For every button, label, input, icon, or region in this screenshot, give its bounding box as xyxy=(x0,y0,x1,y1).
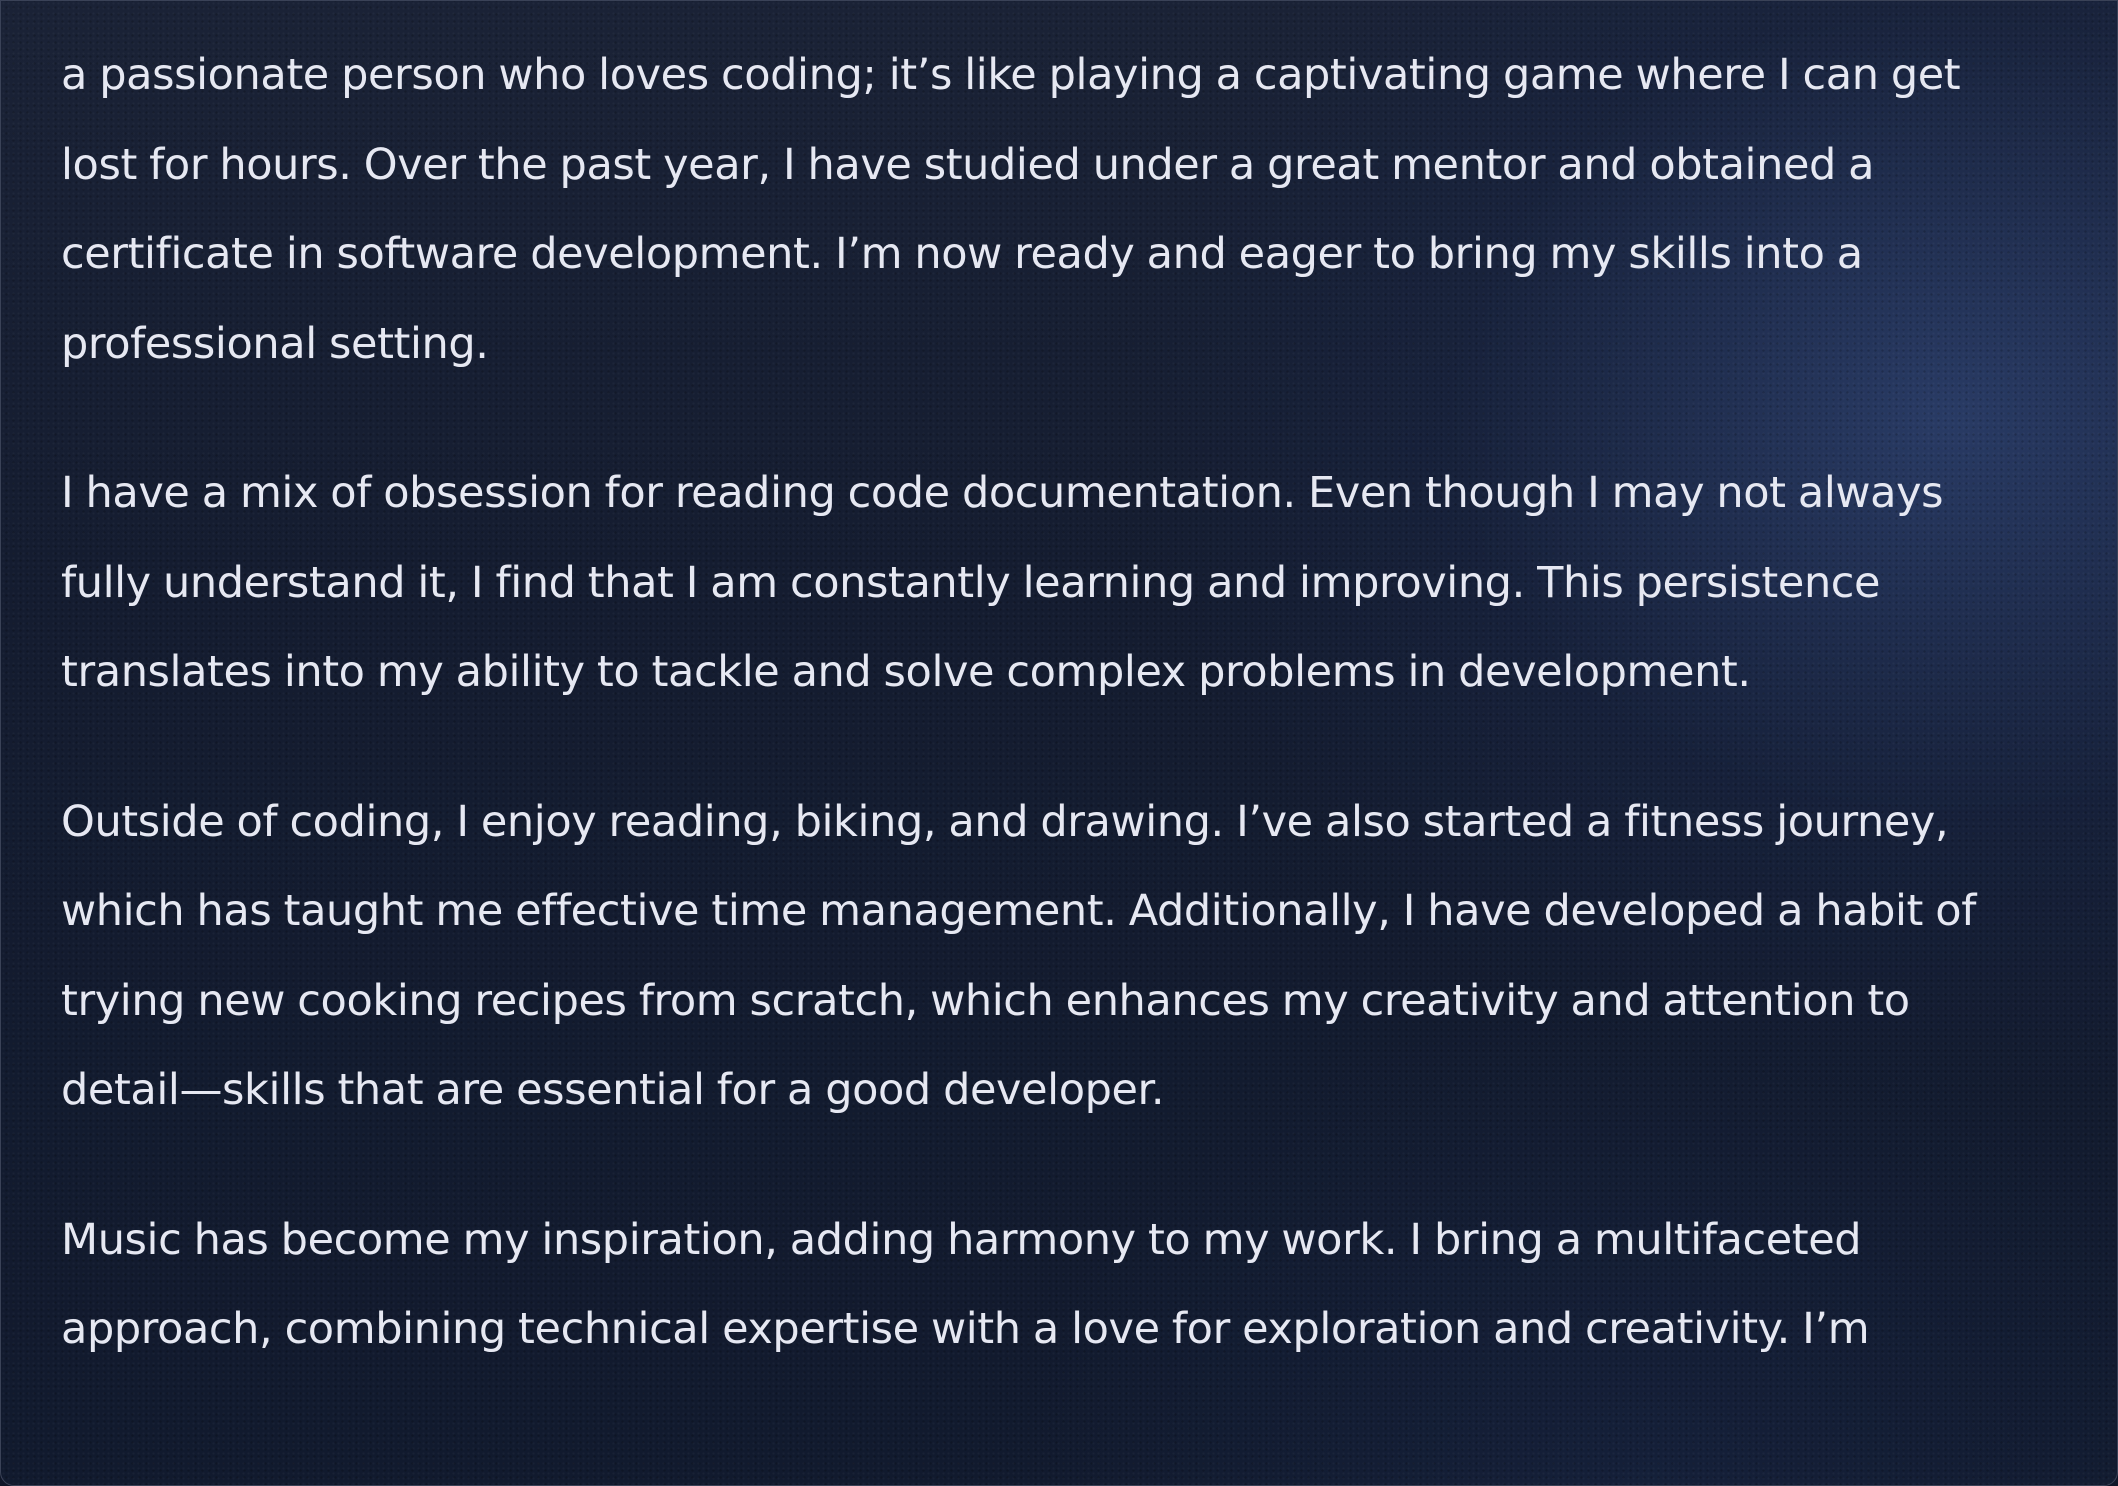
about-paragraph-2: I have a mix of obsession for reading co… xyxy=(61,468,1944,697)
about-panel: a passionate person who loves coding; it… xyxy=(0,0,2118,1486)
about-paragraph-3: Outside of coding, I enjoy reading, biki… xyxy=(61,796,1976,1116)
about-paragraph-4: Music has become my inspiration, adding … xyxy=(61,1214,1870,1355)
about-paragraph-1: a passionate person who loves coding; it… xyxy=(61,50,1961,369)
about-text: a passionate person who loves coding; it… xyxy=(61,31,2021,1435)
